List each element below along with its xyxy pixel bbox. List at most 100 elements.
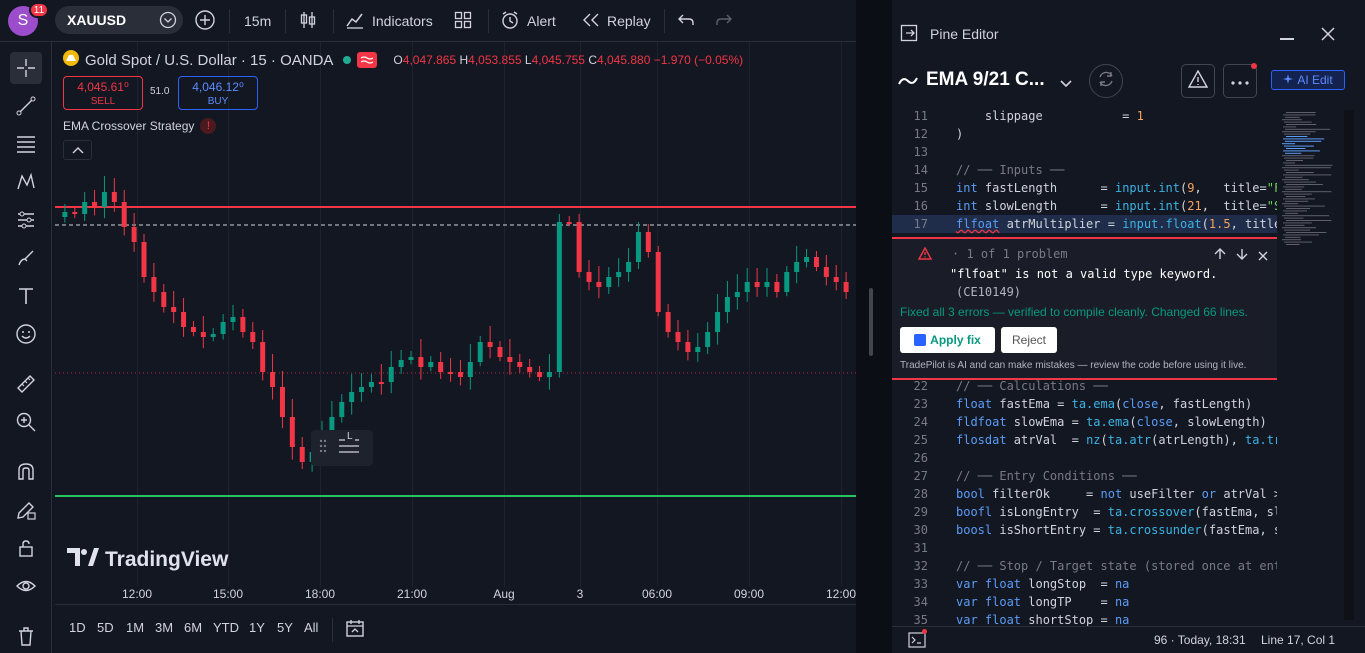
range-1m[interactable]: 1M (126, 620, 144, 635)
minimap-line (1283, 222, 1312, 224)
pattern-icon[interactable] (10, 166, 42, 198)
drag-handle-icon[interactable] (319, 439, 327, 458)
chart-type-button[interactable] (298, 6, 318, 36)
code-line[interactable]: 34 var float longTP = na (892, 593, 1277, 611)
candle-body (82, 202, 88, 214)
forecast-icon[interactable] (10, 204, 42, 236)
line-text: float fastEma = ta.ema(close, fastLength… (956, 397, 1253, 411)
chevron-down-icon[interactable] (1060, 75, 1072, 93)
minimap-line (1284, 181, 1317, 183)
console-icon[interactable] (908, 632, 926, 651)
chart-pane[interactable]: Gold Spot / U.S. Dollar · 15 · OANDA O4,… (55, 42, 856, 602)
redo-button[interactable] (716, 6, 732, 36)
ruler-icon[interactable] (10, 368, 42, 400)
emoji-icon[interactable] (10, 318, 42, 350)
lock-icon[interactable] (10, 532, 42, 564)
range-3m[interactable]: 3M (155, 620, 173, 635)
code-line[interactable]: 25 flosdat atrVal = nz(ta.atr(atrLength),… (892, 431, 1277, 449)
code-line[interactable]: 26 (892, 449, 1277, 467)
ai-edit-button[interactable]: AI Edit (1271, 70, 1345, 90)
more-button[interactable] (1223, 64, 1257, 98)
range-5d[interactable]: 5D (97, 620, 114, 635)
zoom-in-icon[interactable] (10, 406, 42, 438)
code-line[interactable]: 33 var float longStop = na (892, 575, 1277, 593)
magnet-icon[interactable] (10, 456, 42, 488)
candle-body (210, 334, 216, 337)
minimap-line (1285, 200, 1309, 202)
buy-button[interactable]: 4,046.12⁰ BUY (178, 76, 258, 110)
range-6m[interactable]: 6M (184, 620, 202, 635)
close-problem-icon[interactable] (1258, 248, 1268, 266)
strategy-legend[interactable]: EMA Crossover Strategy! (63, 118, 217, 134)
apply-fix-button[interactable]: Apply fix (900, 327, 995, 353)
code-line[interactable]: 13 (892, 143, 1277, 161)
code-line[interactable]: 31 (892, 539, 1277, 557)
trend-line-icon[interactable] (10, 90, 42, 122)
candle-body (457, 372, 463, 377)
line-text: var float shortStop = na (956, 613, 1130, 626)
sell-button[interactable]: 4,045.61⁰ SELL (63, 76, 143, 110)
code-line[interactable]: 27 // ── Entry Conditions ── (892, 467, 1277, 485)
candle-body (724, 297, 730, 312)
brush-icon[interactable] (10, 242, 42, 274)
arrow-up-icon[interactable] (1214, 247, 1226, 265)
code-line[interactable]: 29 boofl isLongEntry = ta.crossover(fastE… (892, 503, 1277, 521)
panel-divider[interactable] (856, 0, 892, 653)
candle-body (190, 327, 196, 332)
code-minimap[interactable] (1280, 110, 1340, 250)
code-line[interactable]: 30 boosl isShortEntry = ta.crossunder(fas… (892, 521, 1277, 539)
undo-button[interactable] (678, 6, 694, 36)
separator (285, 9, 286, 33)
trash-icon[interactable] (10, 620, 42, 652)
minimap-line (1282, 167, 1331, 169)
text-icon[interactable] (10, 280, 42, 312)
fib-retracement-icon[interactable] (10, 128, 42, 160)
range-1d[interactable]: 1D (69, 620, 86, 635)
detach-icon[interactable] (900, 24, 918, 47)
code-line[interactable]: 12) (892, 125, 1277, 143)
code-line[interactable]: 15 int fastLength = input.int(9, title="F (892, 179, 1277, 197)
code-line[interactable]: 24 fldfoat slowEma = ta.ema(close, slowLe… (892, 413, 1277, 431)
date-range-icon[interactable] (345, 619, 365, 644)
settings-sliders-icon[interactable]: L (337, 430, 361, 462)
error-icon[interactable]: ! (200, 118, 217, 134)
candle-body (299, 447, 305, 462)
line-text: int slowLength = input.int(21, title="S (956, 199, 1277, 213)
warning-button[interactable] (1181, 64, 1215, 98)
eye-icon[interactable] (10, 570, 42, 602)
symbol-search-button[interactable]: XAUUSD (55, 6, 183, 34)
layouts-button[interactable] (454, 6, 472, 36)
interval-button[interactable]: 15m (244, 6, 271, 36)
floating-toolbar[interactable]: L (311, 430, 373, 466)
arrow-down-icon[interactable] (1236, 247, 1248, 265)
close-icon[interactable] (1320, 26, 1336, 47)
replay-button[interactable]: Replay (582, 6, 651, 36)
alert-button[interactable]: Alert (500, 6, 556, 36)
code-line[interactable]: 11 slippage = 1 (892, 107, 1277, 125)
crosshair-icon[interactable] (10, 52, 42, 84)
refresh-button[interactable] (1089, 64, 1123, 98)
collapse-legend-button[interactable] (63, 140, 92, 160)
minimize-icon[interactable] (1280, 38, 1294, 40)
script-name[interactable]: EMA 9/21 C... (926, 69, 1045, 91)
market-open-dot (343, 56, 352, 64)
range-1y[interactable]: 1Y (249, 620, 265, 635)
reject-button[interactable]: Reject (1001, 327, 1057, 353)
code-line[interactable]: 16 int slowLength = input.int(21, title="… (892, 197, 1277, 215)
editor-scrollbar[interactable] (1344, 110, 1354, 620)
range-5y[interactable]: 5Y (277, 620, 293, 635)
code-line[interactable]: 35 var float shortStop = na (892, 611, 1277, 626)
time-axis[interactable]: 12:00 15:00 18:00 21:00 Aug 3 06:00 09:00 12:00 (55, 587, 856, 602)
code-line[interactable]: 28 bool filterOk = not useFilter or atrVa… (892, 485, 1277, 503)
range-all[interactable]: All (304, 620, 318, 635)
code-line[interactable]: 32 // ── Stop / Target state (stored once… (892, 557, 1277, 575)
compare-icon[interactable] (159, 11, 177, 32)
chart-scroll-handle[interactable] (869, 288, 873, 356)
code-line[interactable]: 23 float fastEma = ta.ema(close, fastLeng… (892, 395, 1277, 413)
code-line[interactable]: 17 flfoat atrMultiplier = input.float(1.5… (892, 215, 1277, 233)
indicators-button[interactable]: Indicators (345, 6, 433, 36)
code-line[interactable]: 14 // ── Inputs ── (892, 161, 1277, 179)
range-ytd[interactable]: YTD (213, 620, 239, 635)
add-symbol-button[interactable] (194, 6, 216, 36)
pencil-lock-icon[interactable] (10, 494, 42, 526)
